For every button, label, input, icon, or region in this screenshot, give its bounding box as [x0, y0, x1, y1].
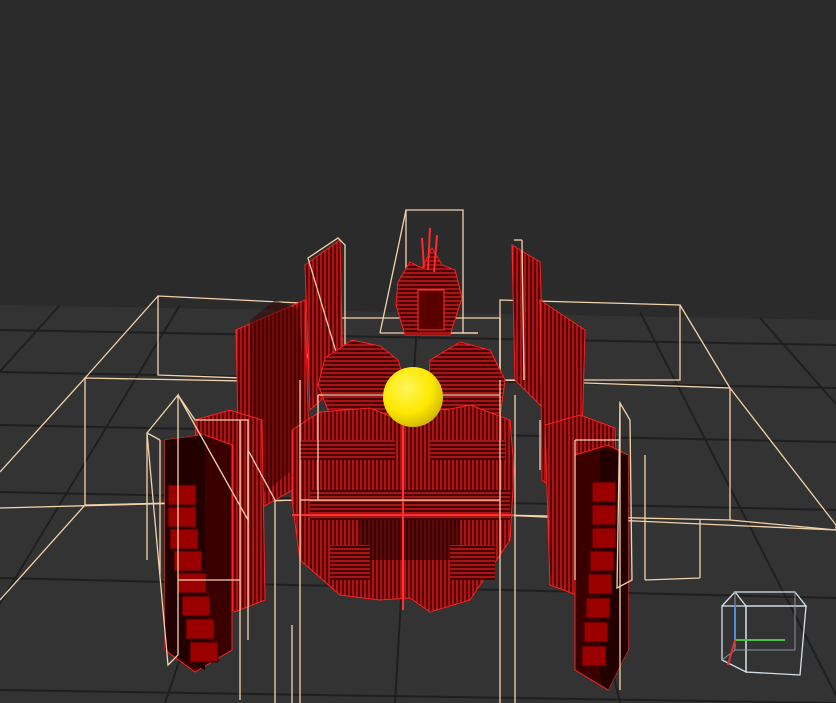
yellow-sphere-light-icon[interactable]: [383, 367, 443, 427]
3d-viewport[interactable]: [0, 0, 836, 703]
light-sphere-gizmo[interactable]: [383, 367, 443, 427]
fractal-front-main: [291, 404, 515, 613]
cube-stack-left: [164, 434, 233, 673]
